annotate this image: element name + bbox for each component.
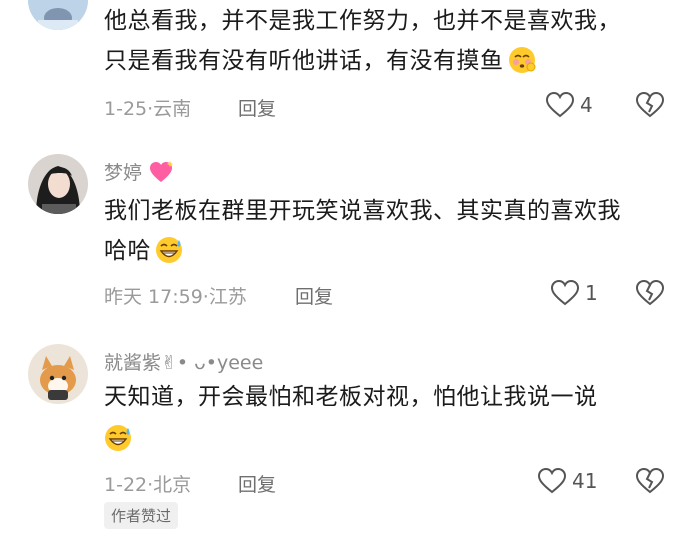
comment-2: 梦婷 我们老板在群里开玩笑说喜欢我、其实真的喜欢我 哈哈 昨天 17:59·江苏… bbox=[0, 150, 690, 315]
reply-button[interactable]: 回复 bbox=[238, 470, 276, 497]
author-liked-badge: 作者赞过 bbox=[104, 502, 179, 529]
broken-heart-icon bbox=[635, 91, 665, 118]
heart-outline-icon bbox=[551, 280, 579, 306]
like-button[interactable]: 1 bbox=[551, 280, 598, 306]
comment-text-line: 他总看我，并不是我工作努力，也并不是喜欢我， bbox=[104, 8, 621, 34]
comment-text-line: 哈哈 bbox=[104, 236, 183, 266]
comment-time-location: 昨天 17:59·江苏 bbox=[104, 286, 247, 308]
comment-text-line: 只是看我有没有听他讲话，有没有摸鱼 bbox=[104, 46, 536, 76]
avatar[interactable] bbox=[28, 344, 88, 404]
comment-1: 他总看我，并不是我工作努力，也并不是喜欢我， 只是看我有没有听他讲话，有没有摸鱼… bbox=[0, 0, 690, 130]
broken-heart-icon bbox=[635, 279, 665, 306]
broken-heart-icon bbox=[635, 467, 665, 494]
comment-3: 就酱紫✌︎• ᴗ•yeee 天知道，开会最怕和老板对视，怕他让我说一说 1-22… bbox=[0, 340, 690, 545]
comment-text-line: 我们老板在群里开玩笑说喜欢我、其实真的喜欢我 bbox=[104, 198, 621, 224]
comment-username[interactable]: 梦婷 bbox=[104, 158, 174, 185]
like-button[interactable]: 41 bbox=[538, 468, 597, 494]
like-button[interactable]: 4 bbox=[546, 92, 593, 118]
comment-username[interactable]: 就酱紫✌︎• ᴗ•yeee bbox=[104, 348, 263, 375]
grinning-sweat-emoji bbox=[155, 236, 183, 264]
avatar[interactable] bbox=[28, 0, 88, 30]
avatar[interactable] bbox=[28, 154, 88, 214]
grinning-sweat-emoji bbox=[104, 424, 132, 452]
dislike-button[interactable] bbox=[635, 467, 665, 498]
reply-button[interactable]: 回复 bbox=[295, 282, 333, 309]
comment-time-location: 1-22·北京 bbox=[104, 474, 192, 496]
like-count: 41 bbox=[572, 469, 598, 493]
like-count: 4 bbox=[580, 93, 593, 117]
dislike-button[interactable] bbox=[635, 279, 665, 310]
comment-time-location: 1-25·云南 bbox=[104, 98, 192, 120]
comment-text-line: 天知道，开会最怕和老板对视，怕他让我说一说 bbox=[104, 384, 598, 410]
like-count: 1 bbox=[585, 281, 598, 305]
sparkling-heart-icon bbox=[150, 161, 174, 182]
heart-outline-icon bbox=[538, 468, 566, 494]
reply-button[interactable]: 回复 bbox=[238, 94, 276, 121]
shy-face-emoji bbox=[508, 46, 536, 74]
dislike-button[interactable] bbox=[635, 91, 665, 122]
heart-outline-icon bbox=[546, 92, 574, 118]
comment-text-line bbox=[104, 424, 132, 454]
